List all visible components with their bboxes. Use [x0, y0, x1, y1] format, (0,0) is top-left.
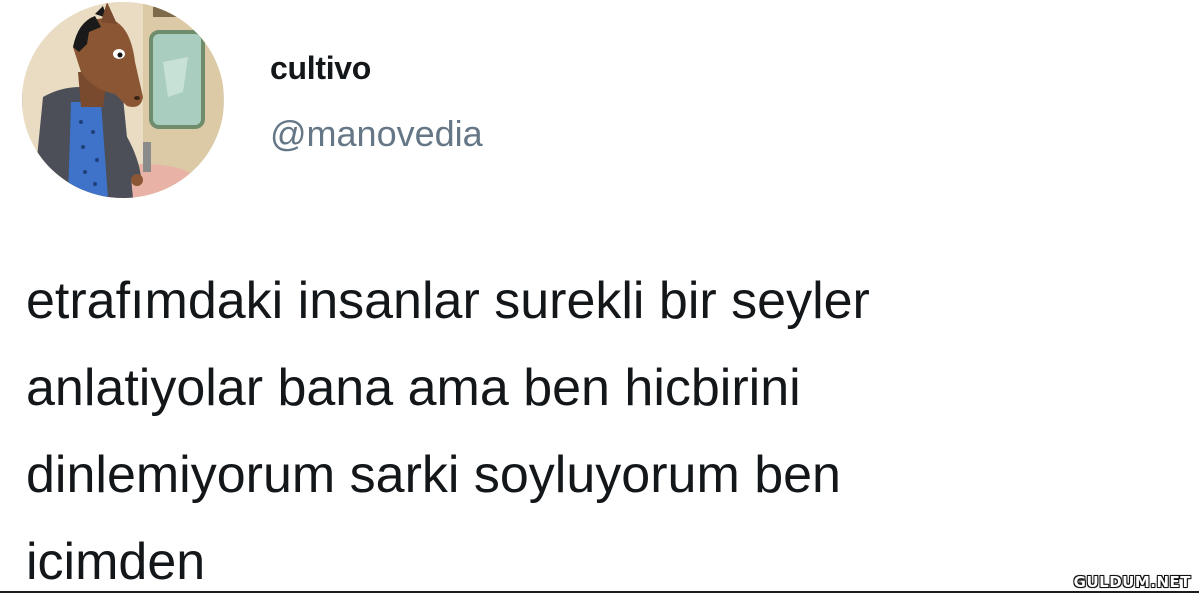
tweet-card: cultivo @manovedia etrafımdaki insanlar … — [0, 0, 1199, 593]
site-watermark: GULDUM.NET — [1073, 573, 1191, 591]
profile-avatar[interactable] — [22, 2, 224, 198]
display-name[interactable]: cultivo — [270, 50, 371, 87]
tweet-text-line: etrafımdaki insanlar surekli bir seyler — [26, 272, 870, 330]
user-handle[interactable]: @manovedia — [270, 113, 483, 155]
cartoon-horse-avatar-icon — [23, 2, 223, 198]
tweet-text-line: anlatiyolar bana ama ben hicbirini — [26, 359, 801, 417]
tweet-text-line: dinlemiyorum sarki soyluyorum ben — [26, 446, 841, 504]
tweet-text: etrafımdaki insanlar surekli bir seyler … — [26, 258, 1176, 606]
